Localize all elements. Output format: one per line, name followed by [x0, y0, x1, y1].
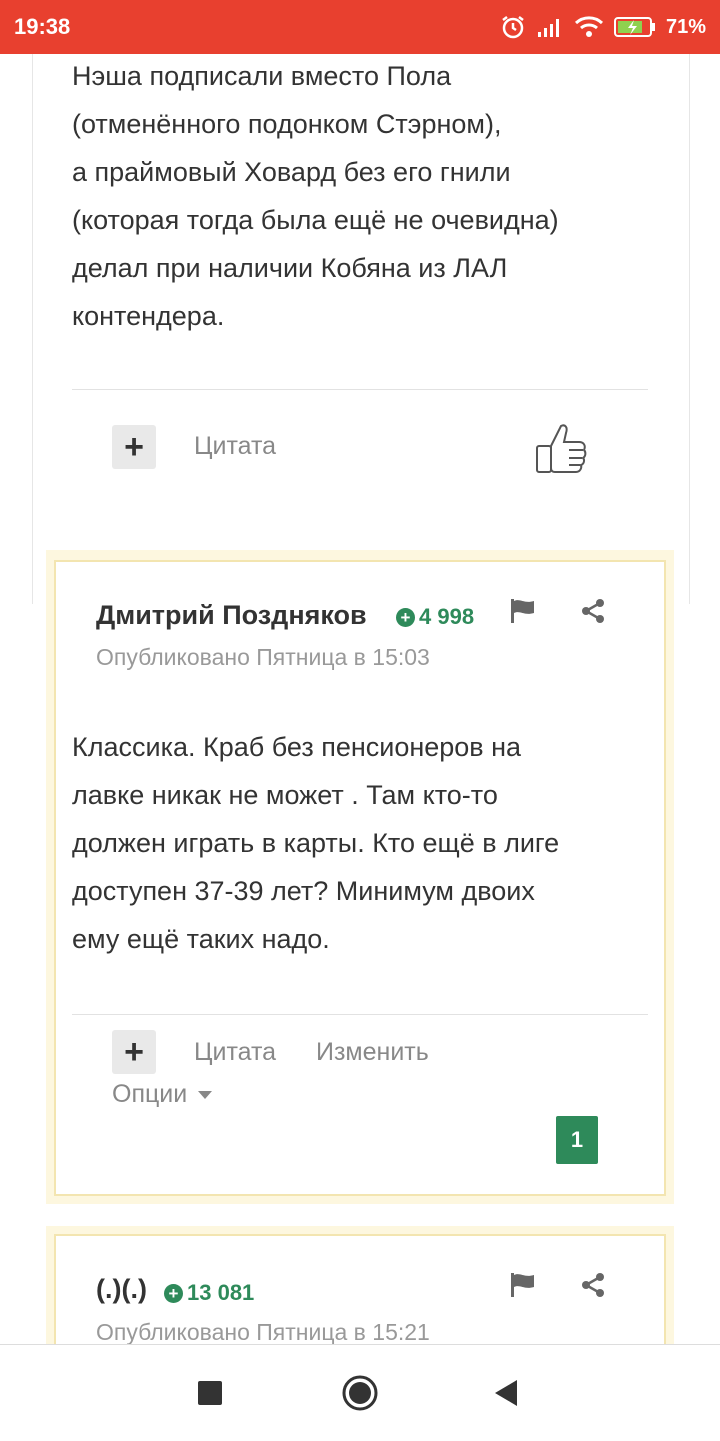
- caret-down-icon: [198, 1090, 213, 1099]
- text-line: доступен 37-39 лет? Минимум двоих: [72, 876, 535, 906]
- edit-link[interactable]: Изменить: [316, 1038, 429, 1067]
- battery-icon: [613, 16, 656, 38]
- text-line: (отменённого подонком Стэрном),: [72, 109, 502, 139]
- options-label: Опции: [112, 1080, 188, 1108]
- signal-icon: [536, 16, 564, 38]
- text-line: должен играть в карты. Кто ещё в лиге: [72, 828, 560, 858]
- text-line: делал при наличии Кобяна из ЛАЛ: [72, 253, 508, 283]
- divider: [72, 389, 648, 390]
- text-line: а праймовый Ховард без его гнили: [72, 157, 511, 187]
- share-icon[interactable]: [580, 598, 606, 629]
- circle-icon: [342, 1375, 378, 1411]
- quote-link[interactable]: Цитата: [194, 1038, 276, 1067]
- status-icons: 71%: [500, 14, 706, 40]
- author-name[interactable]: Дмитрий Поздняков: [96, 600, 367, 631]
- text-line: Классика. Краб без пенсионеров на: [72, 732, 522, 762]
- reputation-badge: + 13 081: [164, 1280, 254, 1306]
- text-line: ему ещё таких надо.: [72, 924, 330, 954]
- text-line: Нэша подписали вместо Пола: [72, 61, 452, 91]
- author-name[interactable]: (.)(.): [96, 1274, 147, 1305]
- back-triangle-icon: [495, 1380, 517, 1406]
- published-date: Опубликовано Пятница в 15:21: [96, 1319, 430, 1344]
- plus-icon: +: [124, 1033, 144, 1071]
- alarm-icon: [500, 14, 526, 40]
- text-line: лавке никак не может . Там кто-то: [72, 780, 498, 810]
- multiquote-button[interactable]: +: [112, 1030, 156, 1074]
- reputation-count: 4 998: [419, 604, 475, 629]
- wifi-icon: [574, 15, 604, 39]
- reputation-badge: + 4 998: [396, 604, 474, 630]
- flag-icon[interactable]: [510, 598, 538, 629]
- plus-circle-icon: +: [164, 1283, 183, 1303]
- plus-circle-icon: +: [396, 607, 415, 627]
- flag-icon[interactable]: [510, 1272, 538, 1303]
- text-line: (которая тогда была ещё не очевидна): [72, 205, 559, 235]
- forum-content[interactable]: Нэша подписали вместо Пола (отменённого …: [0, 54, 720, 1344]
- divider: [72, 1014, 648, 1015]
- text-line: контендера.: [72, 301, 225, 331]
- published-date: Опубликовано Пятница в 15:03: [96, 644, 430, 670]
- back-button[interactable]: [466, 1345, 546, 1441]
- home-button[interactable]: [320, 1345, 400, 1441]
- post-body: Классика. Краб без пенсионеров на лавке …: [72, 723, 652, 963]
- navigation-bar: [0, 1344, 720, 1440]
- battery-percent: 71%: [665, 15, 706, 38]
- reputation-count: 13 081: [187, 1280, 255, 1305]
- like-count-badge[interactable]: 1: [556, 1116, 598, 1164]
- plus-icon: +: [124, 428, 144, 466]
- options-menu[interactable]: Опции: [112, 1080, 213, 1109]
- status-bar: 19:38 71%: [0, 0, 720, 54]
- status-time: 19:38: [14, 14, 71, 39]
- share-icon[interactable]: [580, 1272, 606, 1303]
- square-icon: [198, 1381, 222, 1405]
- recents-button[interactable]: [170, 1345, 250, 1441]
- thumbs-up-icon[interactable]: [533, 420, 589, 481]
- post-body-previous: Нэша подписали вместо Пола (отменённого …: [72, 54, 652, 340]
- quote-link[interactable]: Цитата: [194, 432, 276, 461]
- multiquote-button[interactable]: +: [112, 425, 156, 469]
